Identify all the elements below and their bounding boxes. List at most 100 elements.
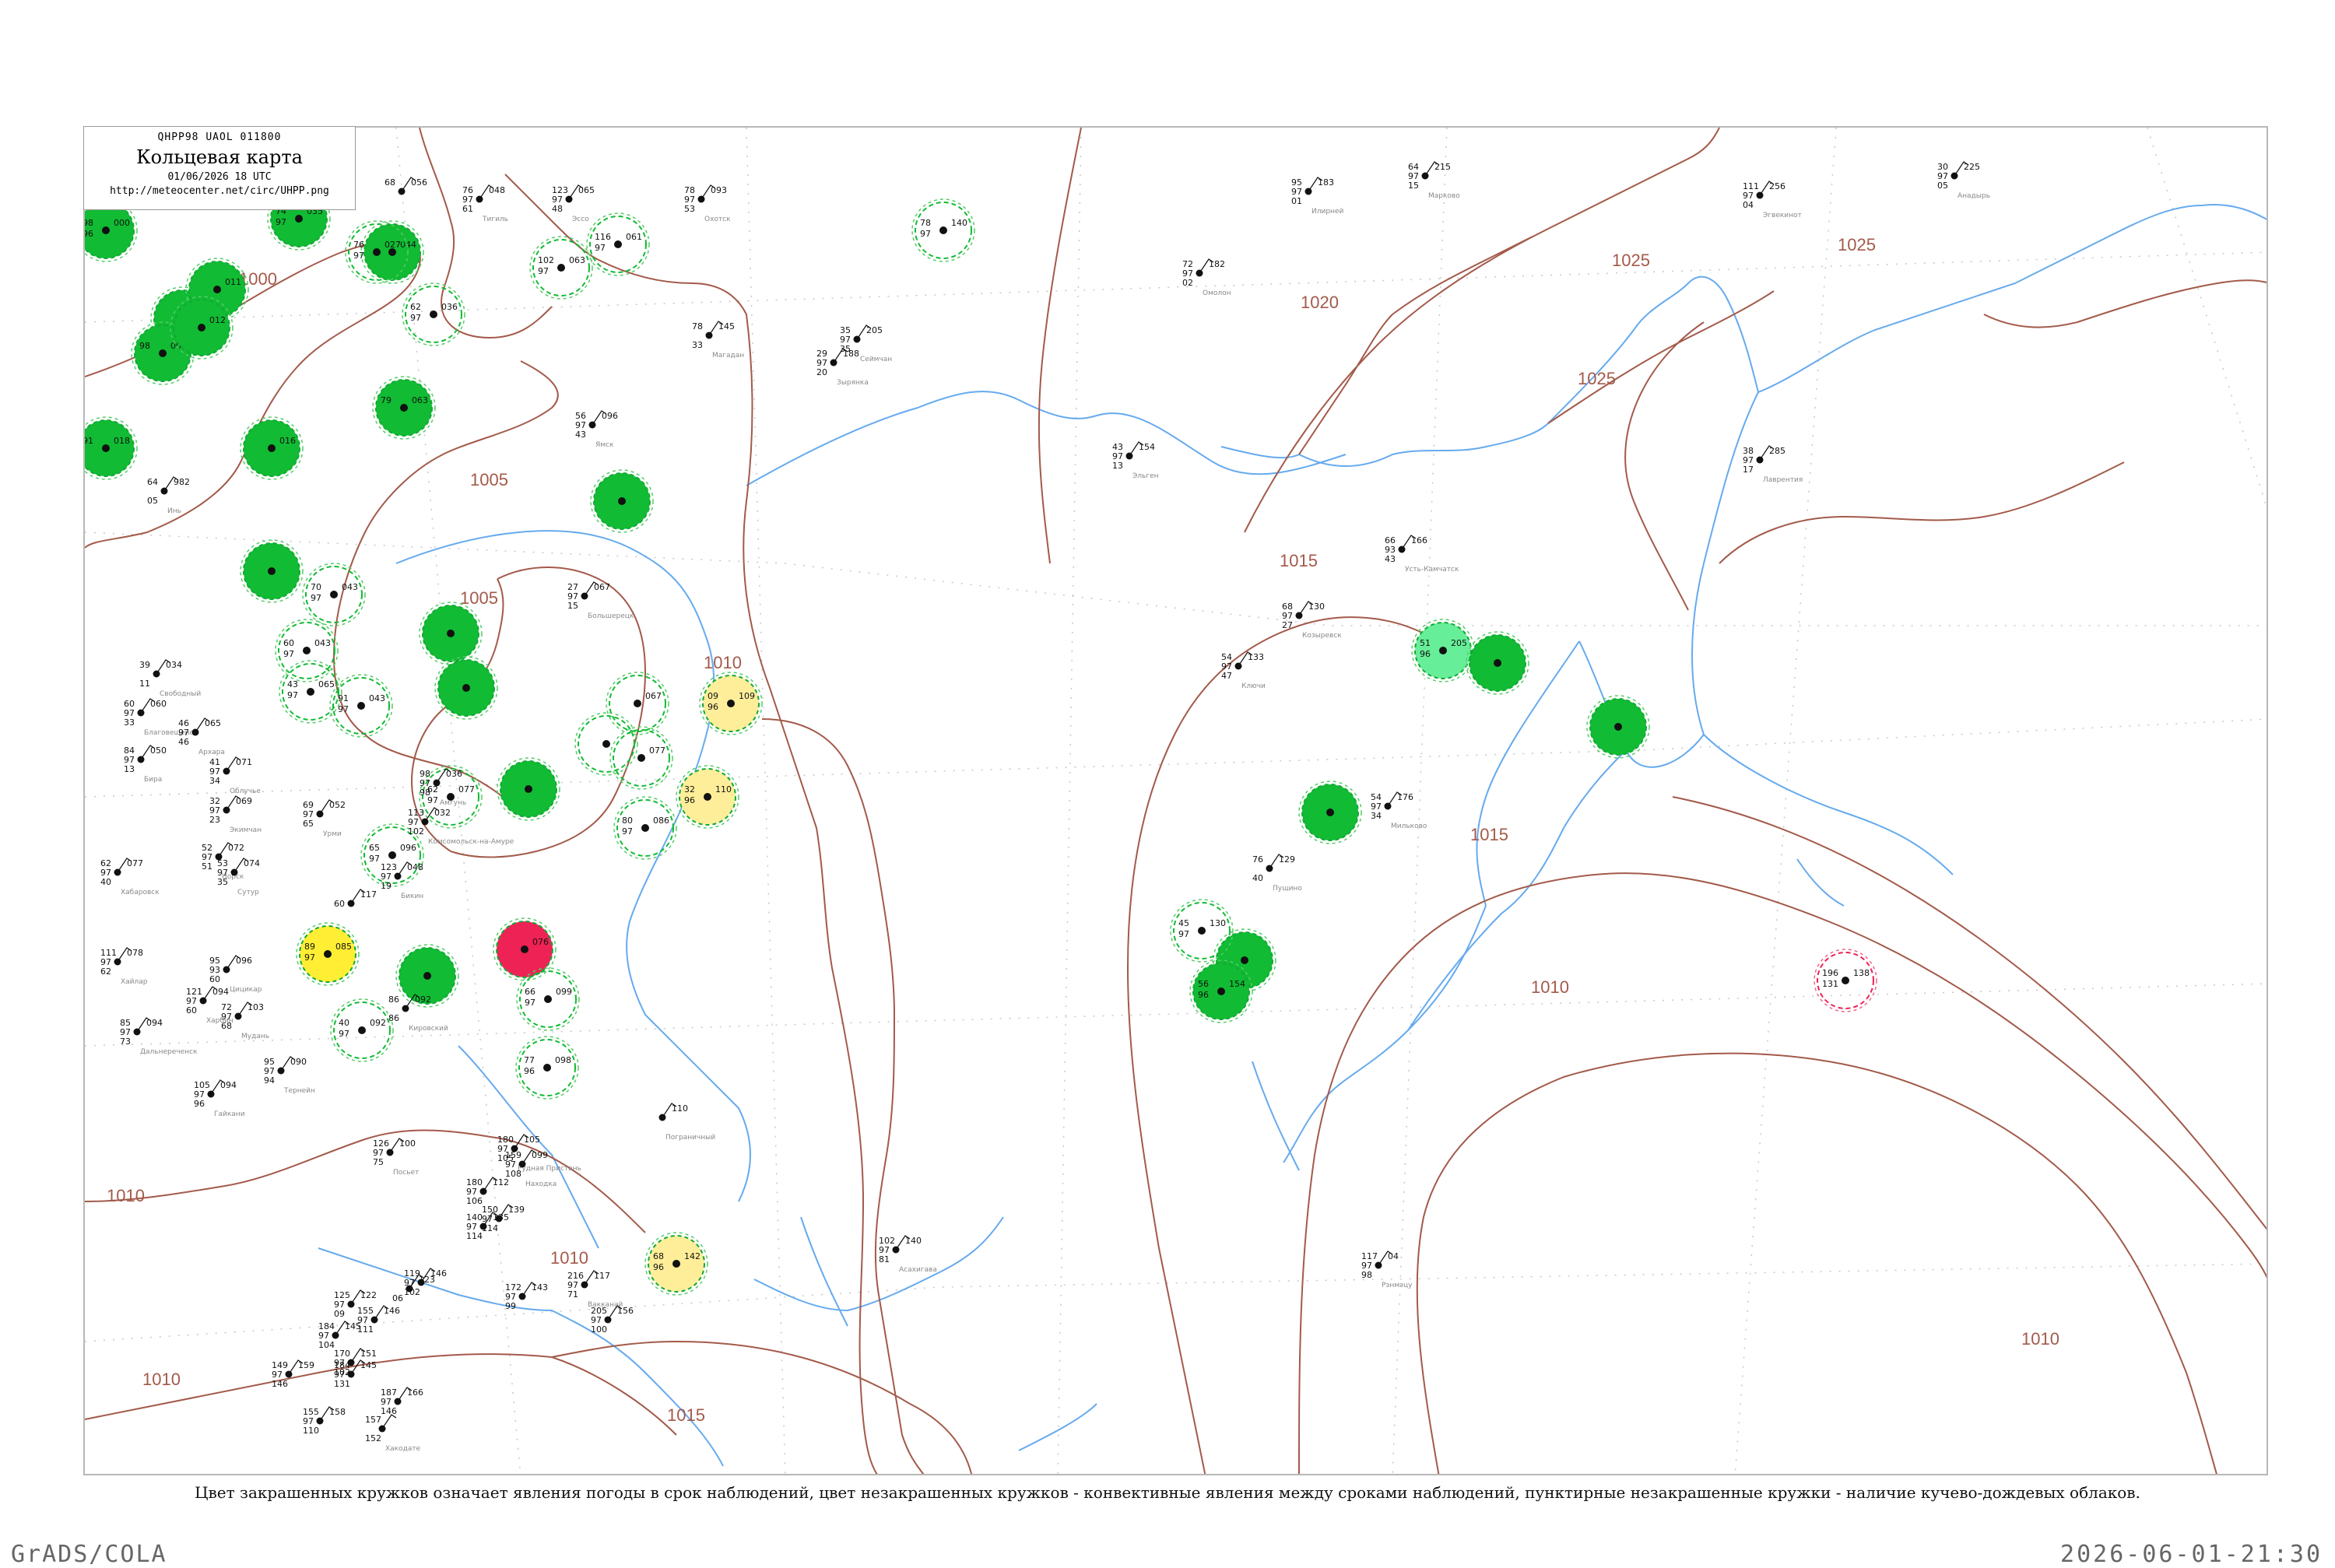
station-plot: 699765052Урми [303, 799, 346, 838]
station-circle-ring_green: 7097 043 [302, 563, 366, 626]
station-extra: 13 [1112, 461, 1123, 471]
station-plot: 309705225Анадырь [1937, 161, 1990, 200]
station-plot: 1119704256Эгвекинот [1743, 181, 1802, 219]
station-extra: 34 [209, 776, 220, 786]
station-temp: 32 [684, 784, 695, 795]
station-cloud-dot [423, 972, 431, 980]
station-pressure: 130 [1308, 602, 1325, 612]
station-extra: 68 [221, 1021, 232, 1031]
station-name: Хакодате [385, 1445, 421, 1453]
station-pressure: 182 [1209, 259, 1225, 269]
software-credit: GrADS/COLA [11, 1541, 167, 1568]
station-name: Козыревск [1302, 632, 1342, 640]
station-circle-green: 016 [240, 416, 304, 480]
station-extra: 46 [178, 737, 189, 747]
isobar-label: 1025 [1612, 251, 1650, 270]
station-temp: 51 [1420, 638, 1431, 648]
station-extra: 62 [100, 966, 111, 977]
station-circle-ring_green: 11697 061 [586, 212, 650, 276]
station-cloud-dot [102, 226, 110, 234]
station-circle-ring_red: 196131 138 [1814, 949, 1877, 1012]
source-url[interactable]: http://meteocenter.net/circ/UHPP.png [84, 185, 355, 197]
station-pressure: 156 [617, 1306, 634, 1316]
station-pressure: 016 [279, 436, 296, 446]
station-name: Рэнмэцу [1382, 1282, 1413, 1289]
station-pressure: 143 [532, 1282, 548, 1293]
station-pressure: 092 [415, 994, 431, 1005]
station-plot: 1269775100Посьет [373, 1138, 419, 1177]
station-plot: 15597110158 [303, 1406, 346, 1436]
station-extra: 06 [392, 1293, 403, 1303]
station-dew: 96 [653, 1262, 664, 1272]
station-name: Рудная Пристань [518, 1165, 581, 1173]
station-dew: 96 [684, 795, 695, 805]
station-cloud-dot [1614, 723, 1622, 731]
station-pressure: 067 [594, 582, 610, 592]
station-temp: 76 [1252, 854, 1263, 865]
station-cloud-dot [358, 1026, 366, 1034]
station-extra: 96 [194, 1099, 205, 1109]
station-pressure: 140 [905, 1236, 922, 1246]
station-extra: 13 [124, 764, 135, 774]
station-circle-green: 044 [360, 220, 424, 284]
station-extra: 47 [1221, 671, 1232, 681]
station-pressure: 061 [626, 232, 642, 242]
station-name: Посьет [393, 1169, 419, 1177]
station-circle-red: 076 [493, 917, 557, 981]
station-extra: 53 [684, 204, 695, 214]
station-extra: 33 [692, 340, 703, 350]
station-pressure: 000 [114, 218, 130, 228]
station-extra: 43 [575, 430, 586, 440]
station-cloud-dot [400, 404, 408, 412]
station-temp: 56 [1198, 979, 1209, 989]
station-extra: 01 [1291, 196, 1302, 206]
station-extra: 86 [388, 1013, 399, 1023]
station-pressure: 092 [370, 1018, 386, 1028]
station-plot: 849713050Бира [124, 745, 167, 784]
station-pressure: 145 [360, 1360, 377, 1370]
map-title: Кольцевая карта [136, 146, 303, 168]
station-pressure: 085 [335, 942, 352, 952]
map-title-box: QHPP98 UAOL 011800 Кольцевая карта 01/06… [83, 126, 356, 210]
station-pressure: 110 [715, 784, 732, 795]
station-name: Усть-Камчатск [1405, 566, 1459, 574]
station-circle-green: 5696 154 [1189, 959, 1253, 1023]
station-temp: 196 [1822, 968, 1838, 978]
station-pressure: 176 [1397, 792, 1413, 802]
station-cloud-dot [430, 310, 437, 318]
station-dew: 97 [1178, 929, 1189, 939]
station-pressure: 052 [329, 800, 346, 810]
station-dew: 97 [311, 593, 321, 603]
station-circle-ring_green: 8097 086 [613, 796, 677, 860]
station-name: Дальнереченск [140, 1048, 198, 1056]
station-pressure: 142 [684, 1251, 700, 1261]
station-pressure: 034 [166, 660, 182, 670]
station-pressure: 036 [441, 302, 458, 312]
station-temp: 78 [920, 218, 931, 228]
station-name: Инь [167, 507, 181, 515]
station-extra: 99 [505, 1301, 516, 1311]
station-pressure: 011 [225, 277, 241, 287]
station-name: Цицикар [230, 986, 262, 994]
station-pressure: 098 [555, 1055, 571, 1065]
station-pressure: 060 [150, 699, 167, 709]
station-pressure: 183 [1318, 177, 1334, 188]
station-plot: 669343166Усть-Камчатск [1385, 535, 1459, 574]
station-plot: 39 11 034 Свободный [139, 659, 201, 698]
station-pressure: 043 [314, 638, 331, 648]
station-extra: 33 [124, 717, 135, 728]
station-pressure: 188 [843, 349, 859, 359]
station-extra: 102 [404, 1287, 420, 1297]
station-pressure: 069 [236, 796, 252, 806]
station-name: Амгунь [440, 799, 466, 807]
station-name: Илирней [1311, 208, 1343, 216]
station-temp: 98 [139, 341, 150, 351]
station-temp: 68 [653, 1251, 664, 1261]
station-extra: 48 [552, 204, 563, 214]
station-name: Тигиль [482, 216, 508, 223]
station-pressure: 096 [400, 843, 416, 853]
station-name: Пущино [1273, 885, 1302, 893]
isobar-label: 1010 [1531, 977, 1569, 997]
station-pressure: 027 [384, 240, 401, 250]
station-pressure: 112 [493, 1177, 509, 1187]
